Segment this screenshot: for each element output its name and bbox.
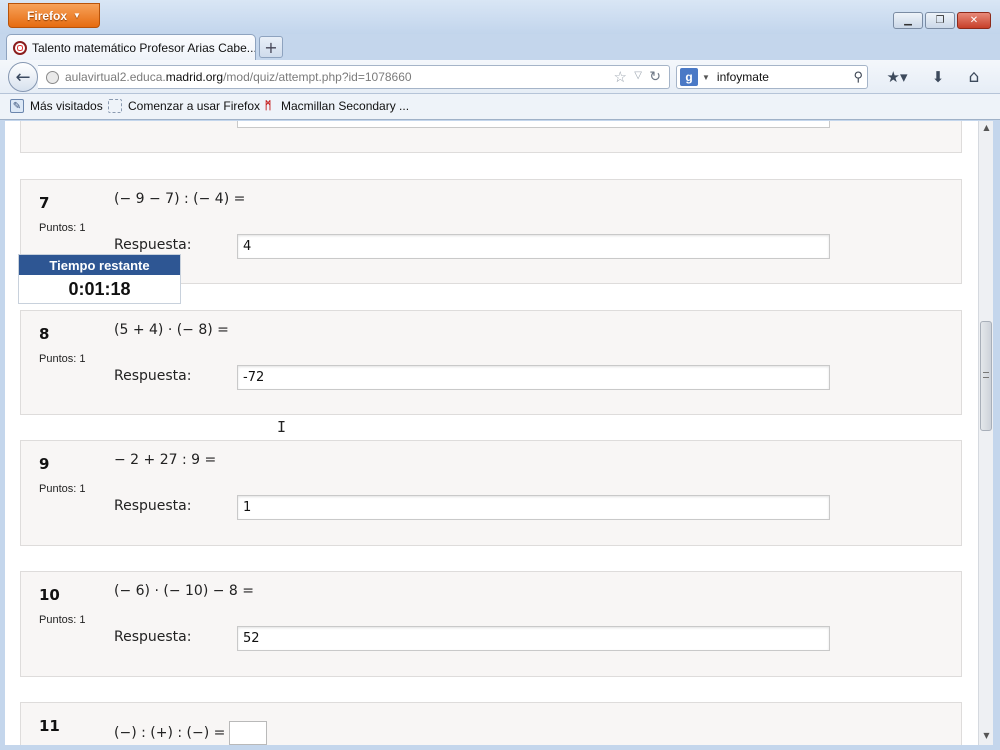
question-points: Puntos: 1: [39, 353, 86, 365]
page-icon: [108, 99, 122, 113]
scroll-down-arrow-icon[interactable]: ▼: [979, 731, 994, 743]
bookmarks-toolbar: ✎ Más visitados Comenzar a usar Firefox …: [0, 94, 1000, 120]
reload-icon[interactable]: ↻: [649, 68, 661, 85]
site-favicon-icon: [13, 40, 27, 55]
answer-label: Respuesta:: [114, 498, 192, 514]
bookmarks-menu-button[interactable]: ★▾: [880, 66, 914, 88]
text-cursor-icon: I: [277, 418, 287, 436]
globe-icon: [46, 70, 59, 84]
question-card-10: 10 Puntos: 1 (− 6) · (− 10) − 8 = Respue…: [20, 571, 962, 677]
question-card-previous: [20, 121, 962, 153]
url-bar[interactable]: aulavirtual2.educa.madrid.org/mod/quiz/a…: [38, 65, 670, 89]
maximize-icon: ❐: [935, 15, 945, 26]
answer-input-previous[interactable]: [237, 121, 830, 128]
bookmark-macmillan[interactable]: ᛗ Macmillan Secondary ...: [261, 99, 409, 113]
home-icon: ⌂: [968, 67, 980, 87]
answer-label: Respuesta:: [114, 368, 192, 384]
grip-icon: [983, 372, 989, 378]
tab-strip: Talento matemático Profesor Arias Cabe..…: [0, 34, 1000, 60]
google-icon[interactable]: g: [680, 68, 698, 86]
question-number: 11: [39, 717, 60, 735]
minimize-icon: ▁: [904, 15, 912, 26]
bookmark-star-icon[interactable]: ☆: [614, 68, 627, 86]
page-content: 7 Puntos: 1 (− 9 − 7) : (− 4) = Respuest…: [5, 121, 978, 745]
answer-input[interactable]: 1: [237, 495, 830, 520]
answer-input[interactable]: 52: [237, 626, 830, 651]
back-arrow-icon: ←: [15, 66, 31, 88]
download-arrow-icon: ⬇: [931, 68, 945, 86]
close-icon: ✕: [969, 15, 979, 26]
countdown-timer: Tiempo restante 0:01:18: [18, 254, 181, 304]
url-path: /mod/quiz/attempt.php?id=1078660: [223, 70, 412, 84]
tab-quiz[interactable]: Talento matemático Profesor Arias Cabe..…: [6, 34, 256, 60]
question-text: (5 + 4) · (− 8) =: [114, 322, 229, 338]
question-text: (−) : (+) : (−) =: [114, 725, 226, 741]
maximize-button[interactable]: ❐: [925, 12, 955, 29]
bookmark-getting-started[interactable]: Comenzar a usar Firefox: [108, 99, 260, 113]
browser-window: Firefox ▼ ▁ ❐ ✕ Talento matemático Profe…: [0, 0, 1000, 750]
chevron-down-icon[interactable]: ▼: [702, 73, 710, 82]
chevron-down-icon: ▼: [73, 11, 81, 20]
answer-input[interactable]: 4: [237, 234, 830, 259]
answer-input[interactable]: [229, 721, 268, 745]
timer-label: Tiempo restante: [19, 255, 180, 275]
url-text: aulavirtual2.educa.madrid.org/mod/quiz/a…: [65, 70, 412, 84]
bookmarks-icon: ★▾: [886, 68, 908, 86]
back-button[interactable]: ←: [8, 62, 38, 92]
home-button[interactable]: ⌂: [962, 66, 986, 88]
question-text: − 2 + 27 : 9 =: [114, 452, 217, 468]
window-frame: [0, 745, 1000, 750]
minimize-button[interactable]: ▁: [893, 12, 923, 29]
scrollbar-thumb[interactable]: [980, 321, 992, 431]
question-points: Puntos: 1: [39, 222, 86, 234]
search-input[interactable]: infoymate: [717, 70, 769, 84]
question-number: 9: [39, 455, 50, 473]
question-points: Puntos: 1: [39, 483, 86, 495]
question-card-9: 9 Puntos: 1 − 2 + 27 : 9 = Respuesta: 1: [20, 440, 962, 546]
title-bar: Firefox ▼ ▁ ❐ ✕: [0, 0, 1000, 34]
firefox-menu-button[interactable]: Firefox ▼: [8, 3, 100, 28]
question-points: Puntos: 1: [39, 614, 86, 626]
url-prefix: aulavirtual2.educa.: [65, 70, 166, 84]
question-text: (− 9 − 7) : (− 4) =: [114, 191, 246, 207]
macmillan-logo-icon: ᛗ: [264, 100, 272, 112]
question-card-8: 8 Puntos: 1 (5 + 4) · (− 8) = Respuesta:…: [20, 310, 962, 415]
close-button[interactable]: ✕: [957, 12, 991, 29]
new-tab-button[interactable]: +: [259, 36, 283, 58]
history-dropdown-icon[interactable]: ▽: [634, 70, 642, 81]
bookmark-most-visited[interactable]: ✎ Más visitados: [10, 99, 103, 113]
search-bar[interactable]: g ▼ infoymate ⚲: [676, 65, 868, 89]
timer-value: 0:01:18: [68, 279, 131, 299]
downloads-button[interactable]: ⬇: [926, 66, 950, 88]
search-icon[interactable]: ⚲: [853, 69, 863, 85]
url-domain: madrid.org: [165, 70, 224, 84]
question-card-11: 11 (−) : (+) : (−) =: [20, 702, 962, 745]
question-number: 10: [39, 586, 60, 604]
most-visited-icon: ✎: [10, 99, 24, 113]
window-frame: [993, 121, 1000, 750]
answer-label: Respuesta:: [114, 237, 192, 253]
question-text-line: (−) : (+) : (−) =: [114, 721, 268, 745]
question-number: 8: [39, 325, 50, 343]
navigation-bar: aulavirtual2.educa.madrid.org/mod/quiz/a…: [0, 60, 1000, 94]
scroll-up-arrow-icon[interactable]: ▲: [979, 123, 994, 135]
firefox-menu-label: Firefox: [27, 8, 68, 23]
vertical-scrollbar[interactable]: ▲ ▼: [978, 121, 993, 745]
answer-label: Respuesta:: [114, 629, 192, 645]
question-text: (− 6) · (− 10) − 8 =: [114, 583, 254, 599]
bookmark-label: Comenzar a usar Firefox: [128, 99, 261, 113]
tab-title: Talento matemático Profesor Arias Cabe..…: [32, 40, 256, 55]
bookmark-label: Más visitados: [30, 99, 103, 113]
question-number: 7: [39, 194, 50, 212]
answer-input[interactable]: -72: [237, 365, 830, 390]
bookmark-label: Macmillan Secondary ...: [281, 99, 410, 113]
